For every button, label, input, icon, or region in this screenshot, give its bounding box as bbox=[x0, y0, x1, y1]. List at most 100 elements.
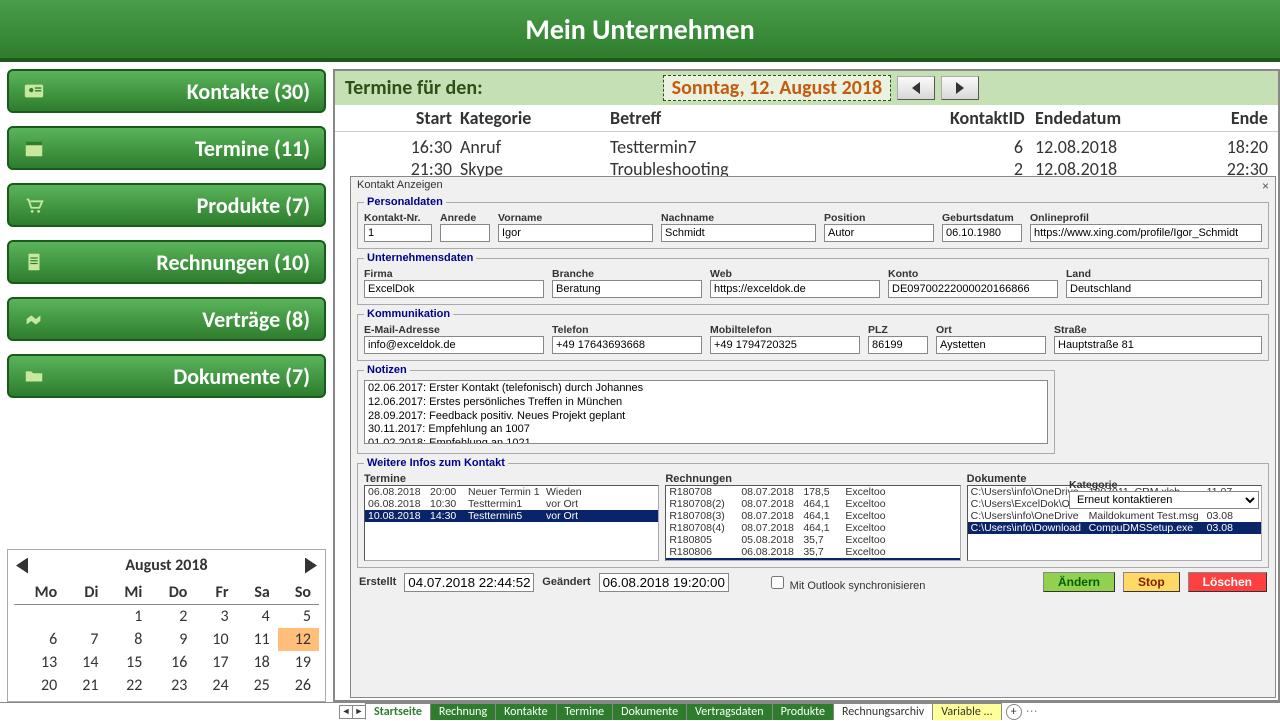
sheet-tab[interactable]: Produkte bbox=[772, 703, 834, 720]
sheet-tab[interactable]: Dokumente bbox=[612, 703, 687, 720]
cal-day[interactable]: 22 bbox=[106, 674, 150, 697]
cal-day[interactable]: 8 bbox=[106, 628, 150, 651]
input-land[interactable] bbox=[1066, 280, 1262, 298]
input-nachname[interactable] bbox=[661, 224, 816, 242]
listbox-rechnungen[interactable]: R18070808.07.2018178,5ExceltooR180708(2)… bbox=[665, 485, 960, 561]
input-mobil[interactable] bbox=[710, 336, 860, 354]
loeschen-button[interactable]: Löschen bbox=[1188, 572, 1267, 592]
cal-day[interactable]: 19 bbox=[278, 651, 319, 674]
cal-day[interactable]: 10 bbox=[195, 628, 236, 651]
input-anrede[interactable] bbox=[440, 224, 490, 242]
sheet-tab[interactable]: Rechnung bbox=[430, 703, 496, 720]
sheet-tab[interactable]: Termine bbox=[556, 703, 614, 720]
list-item[interactable]: R180708(2)08.07.2018464,1Exceltoo bbox=[666, 498, 959, 510]
sheet-tab[interactable]: Startseite bbox=[365, 703, 431, 720]
listbox-termine[interactable]: 06.08.201820:00Neuer Termin 1Wieden06.08… bbox=[364, 485, 659, 561]
input-kontaktnr[interactable] bbox=[364, 224, 432, 242]
cal-dow: Do bbox=[150, 581, 195, 605]
list-item[interactable]: R18070808.07.2018178,5Exceltoo bbox=[666, 486, 959, 498]
list-item[interactable]: C:\Users\info\DownloadCompuDMSSetup.exe0… bbox=[968, 522, 1261, 534]
list-item[interactable]: 06.08.201810:30Testtermin1vor Ort bbox=[365, 498, 658, 510]
cal-day[interactable]: 21 bbox=[65, 674, 106, 697]
date-prev-button[interactable] bbox=[897, 76, 935, 100]
add-sheet-button[interactable]: + bbox=[1006, 704, 1022, 720]
input-telefon[interactable] bbox=[552, 336, 702, 354]
cal-day[interactable]: 4 bbox=[237, 605, 278, 629]
list-item[interactable]: 06.08.201820:00Neuer Termin 1Wieden bbox=[365, 486, 658, 498]
cal-day[interactable] bbox=[14, 605, 65, 629]
cal-day[interactable]: 2 bbox=[150, 605, 195, 629]
input-plz[interactable] bbox=[868, 336, 928, 354]
input-geburtsdatum[interactable] bbox=[942, 224, 1022, 242]
cal-day[interactable]: 18 bbox=[237, 651, 278, 674]
checkbox-outlook-label[interactable]: Mit Outlook synchronisieren bbox=[767, 573, 926, 592]
handshake-icon bbox=[23, 308, 45, 330]
close-icon[interactable]: × bbox=[1262, 179, 1269, 193]
aendern-button[interactable]: Ändern bbox=[1043, 572, 1115, 592]
date-next-button[interactable] bbox=[941, 76, 979, 100]
cal-day[interactable]: 24 bbox=[195, 674, 236, 697]
input-ort[interactable] bbox=[936, 336, 1046, 354]
nav-vertraege[interactable]: Verträge (8) bbox=[7, 297, 326, 341]
tab-scroll-controls[interactable]: ◄► bbox=[340, 705, 366, 719]
cal-day[interactable]: 26 bbox=[278, 674, 319, 697]
more-tabs-icon[interactable]: ⋯ bbox=[1026, 704, 1038, 719]
input-web[interactable] bbox=[710, 280, 880, 298]
cal-day[interactable]: 14 bbox=[65, 651, 106, 674]
list-item[interactable]: R180708(3)08.07.2018464,1Exceltoo bbox=[666, 510, 959, 522]
termine-row[interactable]: 16:30AnrufTesttermin7612.08.201818:20 bbox=[345, 136, 1268, 158]
input-email[interactable] bbox=[364, 336, 544, 354]
cal-day[interactable]: 15 bbox=[106, 651, 150, 674]
cal-day[interactable]: 9 bbox=[150, 628, 195, 651]
nav-produkte[interactable]: Produkte (7) bbox=[7, 183, 326, 227]
sheet-tab[interactable]: Rechnungsarchiv bbox=[833, 703, 933, 720]
list-item[interactable]: R18080606.08.201835,7Exceltoo bbox=[666, 546, 959, 558]
cal-day[interactable]: 13 bbox=[14, 651, 65, 674]
checkbox-outlook[interactable] bbox=[771, 576, 784, 589]
cal-day[interactable] bbox=[65, 605, 106, 629]
invoice-icon bbox=[23, 251, 45, 273]
lbl-telefon: Telefon bbox=[552, 324, 702, 336]
cal-prev-icon[interactable] bbox=[16, 558, 32, 574]
input-position[interactable] bbox=[824, 224, 934, 242]
list-item[interactable]: C:\Users\info\OneDriveMaildokument Test.… bbox=[968, 510, 1261, 522]
nav-dokumente[interactable]: Dokumente (7) bbox=[7, 354, 326, 398]
cal-day[interactable]: 20 bbox=[14, 674, 65, 697]
cal-day[interactable]: 11 bbox=[237, 628, 278, 651]
stop-button[interactable]: Stop bbox=[1123, 572, 1180, 592]
lbl-nachname: Nachname bbox=[661, 212, 816, 224]
list-item[interactable]: R180708(4)08.07.2018464,1Exceltoo bbox=[666, 522, 959, 534]
input-branche[interactable] bbox=[552, 280, 702, 298]
sheet-tab[interactable]: Kontakte bbox=[495, 703, 556, 720]
textarea-notizen[interactable]: 02.06.2017: Erster Kontakt (telefonisch)… bbox=[364, 380, 1048, 444]
lbl-plz: PLZ bbox=[868, 324, 928, 336]
cal-day[interactable]: 17 bbox=[195, 651, 236, 674]
nav-kontakte[interactable]: Kontakte (30) bbox=[7, 69, 326, 113]
input-onlineprofil[interactable] bbox=[1030, 224, 1262, 242]
cal-day[interactable]: 3 bbox=[195, 605, 236, 629]
input-firma[interactable] bbox=[364, 280, 544, 298]
select-kategorie[interactable]: Erneut kontaktieren bbox=[1069, 491, 1259, 509]
list-item[interactable]: R18081111.08.201836,89Exceltoo bbox=[666, 558, 959, 561]
input-vorname[interactable] bbox=[498, 224, 653, 242]
calendar-grid[interactable]: MoDiMiDoFrSaSo12345678910111213141516171… bbox=[14, 581, 319, 697]
cal-day[interactable]: 25 bbox=[237, 674, 278, 697]
cal-day[interactable]: 5 bbox=[278, 605, 319, 629]
sheet-tab[interactable]: Vertragsdaten bbox=[686, 703, 773, 720]
nav-rechnungen[interactable]: Rechnungen (10) bbox=[7, 240, 326, 284]
cal-next-icon[interactable] bbox=[301, 558, 317, 574]
nav-termine[interactable]: Termine (11) bbox=[7, 126, 326, 170]
cal-day[interactable]: 23 bbox=[150, 674, 195, 697]
sheet-tab[interactable]: Variable ... bbox=[932, 703, 1001, 720]
cal-day[interactable]: 6 bbox=[14, 628, 65, 651]
cal-day[interactable]: 12 bbox=[278, 628, 319, 651]
list-item[interactable]: 10.08.201814:30Testtermin5vor Ort bbox=[365, 510, 658, 522]
cal-day[interactable]: 1 bbox=[106, 605, 150, 629]
cal-day[interactable]: 16 bbox=[150, 651, 195, 674]
nav-label: Dokumente (7) bbox=[173, 363, 310, 390]
list-item[interactable]: R18080505.08.201835,7Exceltoo bbox=[666, 534, 959, 546]
input-strasse[interactable] bbox=[1054, 336, 1262, 354]
input-konto[interactable] bbox=[888, 280, 1058, 298]
lbl-erstellt: Erstellt bbox=[359, 576, 396, 588]
cal-day[interactable]: 7 bbox=[65, 628, 106, 651]
